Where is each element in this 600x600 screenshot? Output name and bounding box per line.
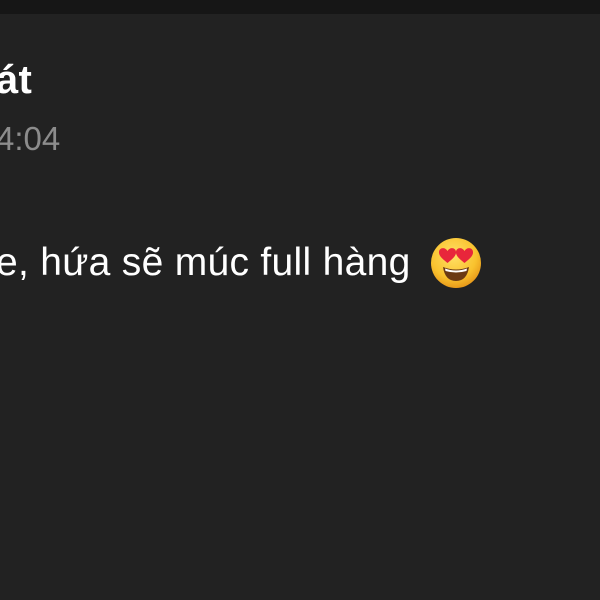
author-name[interactable]: át bbox=[0, 58, 32, 103]
top-bar bbox=[0, 0, 600, 14]
message-text: e, hứa sẽ múc full hàng bbox=[0, 241, 411, 284]
post-time: 4:04 bbox=[0, 120, 61, 157]
chat-post: át 4:04 e, hứa sẽ múc full hàng bbox=[0, 14, 600, 600]
heart-eyes-emoji-icon bbox=[429, 236, 483, 290]
message: e, hứa sẽ múc full hàng bbox=[0, 236, 483, 290]
